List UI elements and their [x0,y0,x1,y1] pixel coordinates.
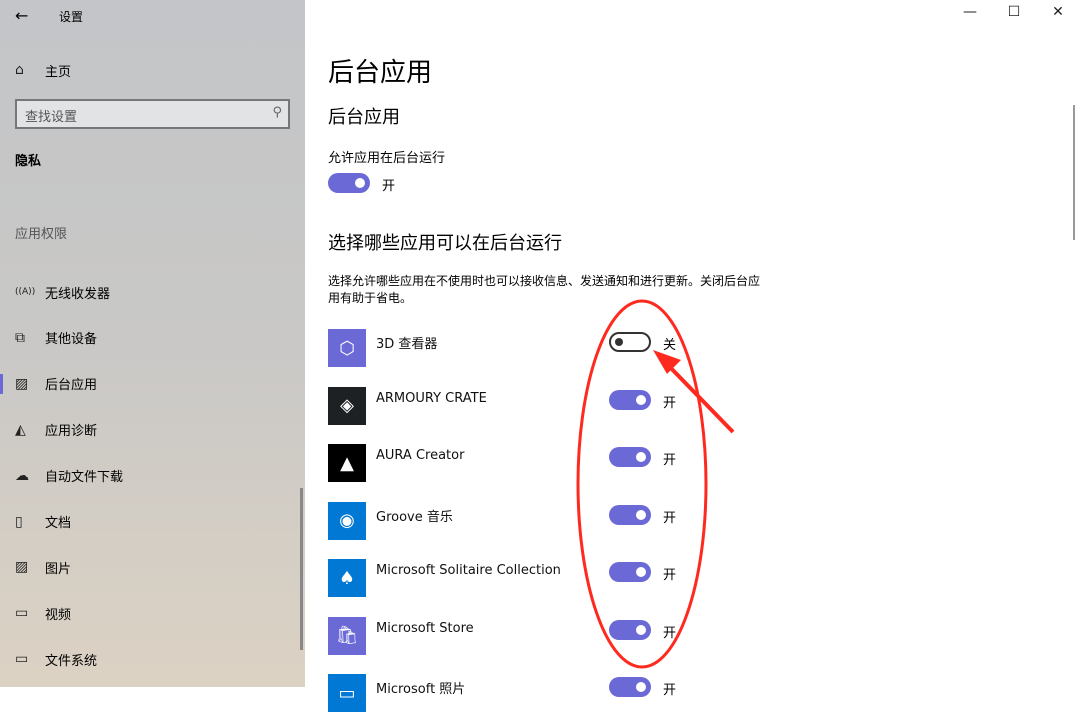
sidebar-item-file-system[interactable]: ▭文件系统 [0,639,300,679]
annotation-arrow-head [653,350,681,374]
sidebar-item-picture[interactable]: ▨图片 [0,547,300,587]
sidebar-item-video[interactable]: ▭视频 [0,593,300,633]
radio-tower-icon: ((A)) [0,287,45,297]
home-icon: ⌂ [0,62,45,78]
sidebar-item-diagnostics[interactable]: ◭应用诊断 [0,410,300,450]
sidebar-item-devices[interactable]: ⧉其他设备 [0,318,300,358]
home-label: 主页 [45,61,71,80]
sidebar-item-label: 图片 [45,558,71,577]
back-arrow-icon[interactable]: ← [15,6,28,25]
sidebar-item-label: 应用诊断 [45,420,97,439]
video-icon: ▭ [0,605,45,621]
sidebar-item-cloud[interactable]: ☁自动文件下载 [0,456,300,496]
background-apps-icon: ▨ [0,376,45,392]
diagnostics-icon: ◭ [0,422,45,438]
sidebar-item-label: 后台应用 [45,374,97,393]
search-placeholder: 查找设置 [25,110,77,125]
search-icon[interactable]: ⚲ [272,105,282,120]
cloud-icon: ☁ [0,468,45,484]
section-title: 隐私 [15,150,41,169]
sidebar-item-radio-tower[interactable]: ((A))无线收发器 [0,272,300,312]
annotation-overlay [305,0,1080,687]
sidebar: ← 设置 ⌂主页 查找设置⚲ 隐私 应用权限 ((A))无线收发器⧉其他设备▨后… [0,0,305,687]
sidebar-item-document[interactable]: ▯文档 [0,502,300,542]
picture-icon: ▨ [0,559,45,575]
document-icon: ▯ [0,514,45,530]
devices-icon: ⧉ [0,330,45,346]
sidebar-scrollbar[interactable] [300,488,303,650]
file-system-icon: ▭ [0,651,45,667]
search-input[interactable]: 查找设置 ⚲ [15,99,290,129]
sidebar-item-label: 文件系统 [45,650,97,669]
sidebar-item-label: 其他设备 [45,328,97,347]
sidebar-item-label: 文档 [45,512,71,531]
window-title: 设置 [59,8,83,25]
sidebar-item-label: 无线收发器 [45,283,110,302]
sidebar-item-label: 视频 [45,604,71,623]
annotation-ellipse [578,301,706,667]
group-label: 应用权限 [15,223,67,242]
main-content: — ☐ ✕ 后台应用 后台应用 允许应用在后台运行 开 选择哪些应用可以在后台运… [305,0,1080,687]
sidebar-item-background-apps[interactable]: ▨后台应用 [0,364,300,404]
sidebar-item-label: 自动文件下载 [45,466,123,485]
annotation-arrow-line [665,362,733,432]
sidebar-home[interactable]: ⌂主页 [0,50,300,90]
